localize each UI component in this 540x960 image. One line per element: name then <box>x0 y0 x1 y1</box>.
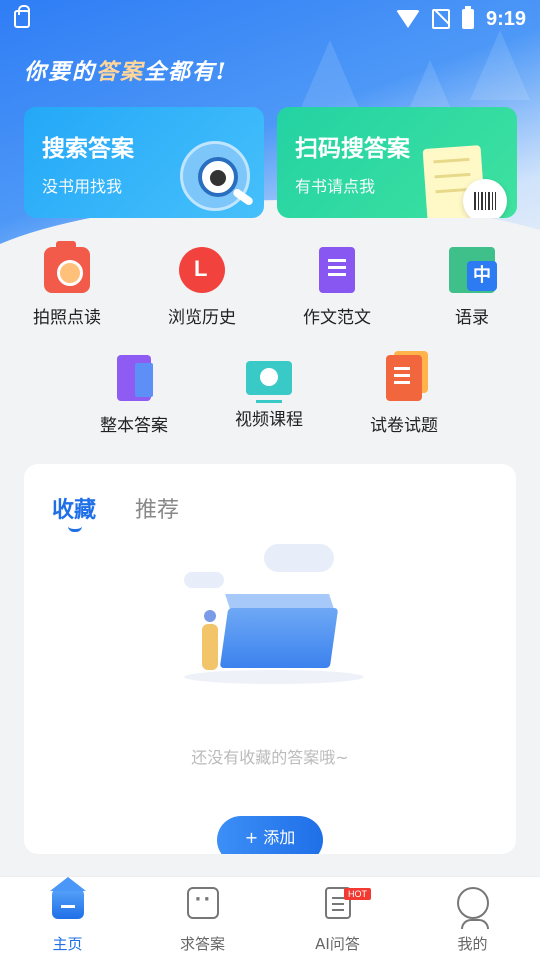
add-button[interactable]: + 添加 <box>217 816 323 854</box>
home-icon <box>49 877 86 919</box>
scan-card-title: 扫码搜答案 <box>295 136 410 162</box>
slogan: 你要的答案全都有! <box>24 54 228 86</box>
search-answer-card[interactable]: 搜索答案 没书用找我 <box>24 107 264 218</box>
profile-icon <box>456 887 489 929</box>
slogan-highlight: 答案 <box>96 59 145 85</box>
bottom-nav: 主页 求答案 AI问答 我的 <box>0 876 540 960</box>
tab-recommend[interactable]: 推荐 <box>135 492 179 524</box>
no-sim-icon <box>431 9 450 29</box>
nav-item-ai[interactable]: AI问答 <box>270 877 405 960</box>
feature-label: 拍照点读 <box>33 308 101 328</box>
feature-full-book[interactable]: 整本答案 <box>84 355 184 436</box>
active-tab-indicator <box>68 526 82 532</box>
feature-history[interactable]: 浏览历史 <box>152 241 252 328</box>
lock-icon <box>14 5 30 28</box>
chat-icon <box>186 887 219 919</box>
feature-quotes[interactable]: 语录 <box>422 247 522 328</box>
nav-label: AI问答 <box>315 935 360 953</box>
tree-decoration <box>300 40 360 110</box>
feature-photo-read[interactable]: 拍照点读 <box>17 241 117 328</box>
nav-label: 主页 <box>52 935 83 953</box>
status-bar: 9:19 <box>0 0 540 38</box>
magnifier-mascot-icon <box>174 135 256 217</box>
nav-item-home[interactable]: 主页 <box>0 877 135 960</box>
feature-label: 浏览历史 <box>168 308 236 328</box>
feature-essay[interactable]: 作文范文 <box>287 247 387 328</box>
book-icon <box>117 355 153 401</box>
translate-icon <box>449 247 497 293</box>
scan-card-subtitle: 有书请点我 <box>295 177 376 196</box>
tree-decoration <box>470 30 530 100</box>
empty-box-illustration <box>174 544 374 694</box>
nav-item-me[interactable]: 我的 <box>405 877 540 960</box>
history-icon <box>171 241 225 293</box>
test-paper-icon <box>386 351 428 401</box>
slogan-part2: 全都有! <box>144 59 228 85</box>
tab-favorites[interactable]: 收藏 <box>52 492 96 524</box>
feature-label: 语录 <box>455 308 489 328</box>
favorites-panel: 收藏 推荐 还没有收藏的答案哦~ + 添加 <box>24 464 516 854</box>
battery-charging-icon <box>461 6 474 29</box>
search-card-title: 搜索答案 <box>42 136 134 162</box>
slogan-part1: 你要的 <box>24 59 97 85</box>
feature-video-course[interactable]: 视频课程 <box>219 355 319 430</box>
scan-answer-card[interactable]: 扫码搜答案 有书请点我 <box>277 107 517 218</box>
feature-label: 试卷试题 <box>370 416 438 436</box>
barcode-scan-icon <box>463 179 507 218</box>
hot-badge: HOT <box>344 888 371 900</box>
video-icon <box>246 361 292 403</box>
feature-test-paper[interactable]: 试卷试题 <box>354 351 454 436</box>
nav-label: 求答案 <box>179 935 225 953</box>
camera-icon <box>44 241 90 293</box>
essay-icon <box>319 247 355 293</box>
feature-label: 整本答案 <box>100 416 168 436</box>
nav-item-ask[interactable]: 求答案 <box>135 877 270 960</box>
feature-label: 视频课程 <box>235 410 303 430</box>
nav-label: 我的 <box>457 935 488 953</box>
empty-state-text: 还没有收藏的答案哦~ <box>191 748 349 767</box>
feature-label: 作文范文 <box>303 308 371 328</box>
search-card-subtitle: 没书用找我 <box>42 177 123 196</box>
wifi-icon <box>395 10 420 28</box>
status-time: 9:19 <box>485 7 526 30</box>
